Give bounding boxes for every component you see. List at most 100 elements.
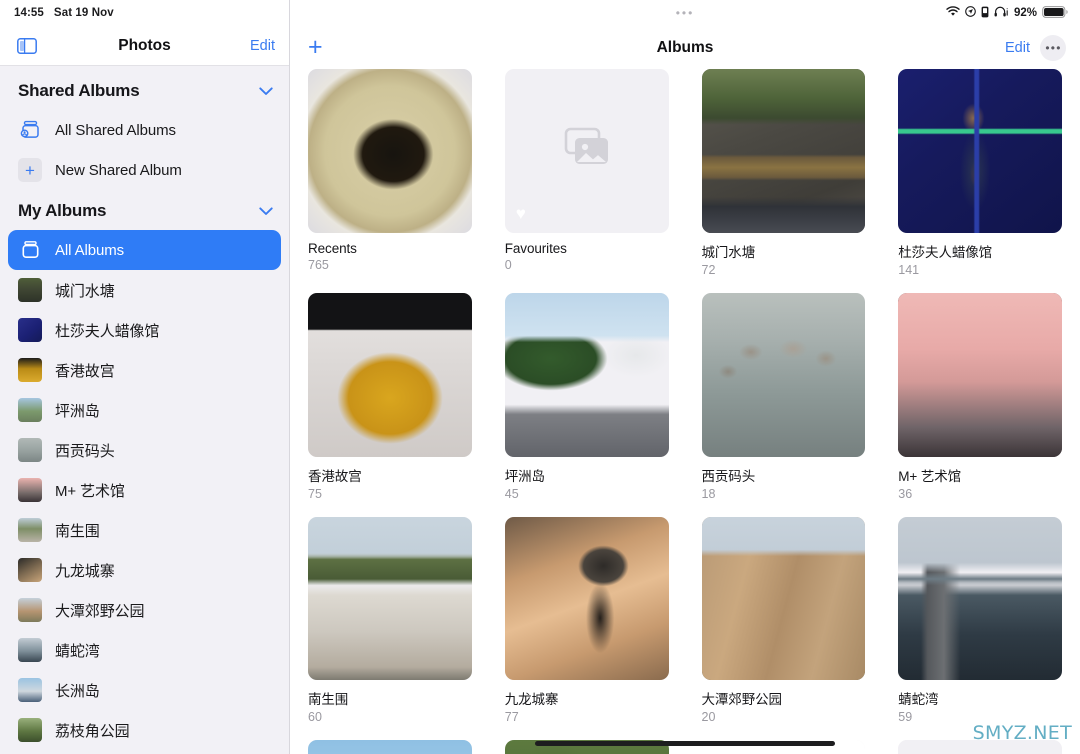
album-cover-photo xyxy=(701,516,866,681)
location-icon xyxy=(965,6,976,20)
sidebar-item-label: All Shared Albums xyxy=(55,121,176,139)
album-thumbnail xyxy=(18,438,42,462)
shared-albums-icon xyxy=(18,118,42,142)
album-title: 杜莎夫人蜡像馆 xyxy=(898,244,993,260)
edit-button[interactable]: Edit xyxy=(1005,40,1030,56)
album-title: 香港故宫 xyxy=(308,468,362,484)
sidebar-item-label: All Albums xyxy=(55,241,125,259)
album-cover[interactable] xyxy=(701,292,866,457)
sidebar-item-new-shared-album[interactable]: + New Shared Album xyxy=(8,150,281,190)
album-cover-photo xyxy=(308,292,472,457)
album-count: 0 xyxy=(504,257,512,272)
chevron-down-icon[interactable] xyxy=(259,86,273,96)
album-count: 36 xyxy=(898,486,913,501)
album-count: 60 xyxy=(308,710,322,725)
sidebar-item-album-9[interactable]: 大潭郊野公园 xyxy=(8,590,281,630)
sidebar-item-label: 城门水塘 xyxy=(55,282,115,300)
album-card[interactable]: 西贡码头 18 xyxy=(701,292,866,517)
album-thumbnail xyxy=(18,678,42,702)
album-cover[interactable] xyxy=(898,292,1062,457)
album-card[interactable] xyxy=(308,740,472,754)
album-cover[interactable] xyxy=(504,292,669,457)
sidebar-item-album-2[interactable]: 杜莎夫人蜡像馆 xyxy=(8,310,281,350)
album-cover[interactable] xyxy=(898,69,1062,233)
album-card[interactable]: 九龙城寨 77 xyxy=(504,516,669,741)
album-title: M+ 艺术馆 xyxy=(898,468,962,484)
albums-grid: Recents 765 ♥ Favourites 0 城门水塘 72 杜莎夫人蜡… xyxy=(308,69,1062,754)
album-cover[interactable]: ♥ xyxy=(504,69,669,233)
navbar-actions: Edit ••• xyxy=(1005,34,1066,61)
album-card[interactable]: 坪洲岛 45 xyxy=(504,292,669,517)
sidebar-item-album-10[interactable]: 蜻蛇湾 xyxy=(8,630,281,670)
sidebar-item-all-albums[interactable]: All Albums xyxy=(8,230,281,270)
album-count: 77 xyxy=(504,710,519,725)
album-cover-photo xyxy=(701,292,866,457)
sidebar-item-album-7[interactable]: 南生围 xyxy=(8,510,281,550)
album-thumbnail xyxy=(18,358,42,382)
album-cover[interactable] xyxy=(701,69,866,233)
album-card[interactable]: Recents 765 xyxy=(308,69,472,293)
album-cover[interactable] xyxy=(308,516,472,681)
album-card[interactable]: 城门水塘 72 xyxy=(701,69,866,293)
sidebar-item-label: 大潭郊野公园 xyxy=(55,602,145,620)
sidebar-section-my-albums[interactable]: My Albums xyxy=(0,192,289,230)
album-title: 坪洲岛 xyxy=(504,468,545,484)
page-title: Albums xyxy=(656,38,714,56)
home-indicator[interactable] xyxy=(535,741,835,746)
sidebar-item-album-8[interactable]: 九龙城寨 xyxy=(8,550,281,590)
album-cover[interactable] xyxy=(898,516,1062,681)
album-cover[interactable] xyxy=(308,292,472,457)
album-thumbnail xyxy=(18,718,42,742)
album-card[interactable]: 蜻蛇湾 59 xyxy=(898,516,1062,741)
album-thumbnail xyxy=(18,478,42,502)
album-card[interactable]: 南生围 60 xyxy=(308,516,472,741)
album-card[interactable]: 香港故宫 75 xyxy=(308,292,472,517)
album-cover[interactable] xyxy=(308,69,472,233)
sidebar-item-label: New Shared Album xyxy=(55,161,182,179)
sidebar-toggle-icon[interactable] xyxy=(14,33,40,59)
sidebar-item-album-11[interactable]: 长洲岛 xyxy=(8,670,281,710)
album-card[interactable]: ♥ Favourites 0 xyxy=(504,69,669,293)
ellipsis-icon[interactable]: ••• xyxy=(1040,34,1066,61)
album-cover[interactable] xyxy=(504,516,669,681)
chevron-down-icon[interactable] xyxy=(259,206,273,216)
album-cover[interactable] xyxy=(701,516,866,681)
album-title: Favourites xyxy=(504,240,567,256)
photo-placeholder-icon xyxy=(561,127,613,174)
sidebar-item-album-4[interactable]: 坪洲岛 xyxy=(8,390,281,430)
album-count: 141 xyxy=(898,262,920,277)
album-cover[interactable] xyxy=(308,740,472,754)
sidebar-edit-button[interactable]: Edit xyxy=(250,38,275,54)
album-cover-photo xyxy=(504,292,669,457)
album-thumbnail xyxy=(18,398,42,422)
sidebar-item-album-3[interactable]: 香港故宫 xyxy=(8,350,281,390)
albums-scroll-area[interactable]: Recents 765 ♥ Favourites 0 城门水塘 72 杜莎夫人蜡… xyxy=(290,69,1080,754)
add-album-button[interactable]: + xyxy=(304,35,327,60)
sidebar-item-album-5[interactable]: 西贡码头 xyxy=(8,430,281,470)
ipad-photos-app: 14:55 Sat 19 Nov Photos Edit Shared Albu… xyxy=(0,0,1080,754)
album-card[interactable]: M+ 艺术馆 36 xyxy=(898,292,1062,517)
vpn-icon xyxy=(981,6,989,21)
album-cover-photo xyxy=(308,516,472,681)
album-cover-photo xyxy=(504,516,669,681)
sidebar-scroll-area[interactable]: Shared Albums All Shared Albums + New Sh… xyxy=(0,66,289,754)
sidebar-section-title: Shared Albums xyxy=(18,81,140,100)
sidebar-item-label: 南生围 xyxy=(55,522,100,540)
sidebar-item-album-6[interactable]: M+ 艺术馆 xyxy=(8,470,281,510)
sidebar-item-label: 长洲岛 xyxy=(55,682,100,700)
sidebar-navbar: Photos Edit xyxy=(0,26,289,66)
sidebar-item-all-shared-albums[interactable]: All Shared Albums xyxy=(8,110,281,150)
sidebar-item-album-1[interactable]: 城门水塘 xyxy=(8,270,281,310)
sidebar-item-label: 杜莎夫人蜡像馆 xyxy=(55,322,160,340)
sidebar-item-label: 坪洲岛 xyxy=(55,402,100,420)
sidebar-item-label: 荔枝角公园 xyxy=(55,722,130,740)
sidebar-section-shared-albums[interactable]: Shared Albums xyxy=(0,72,289,110)
headphones-icon xyxy=(994,6,1009,20)
album-card[interactable]: 大潭郊野公园 20 xyxy=(701,516,866,741)
album-thumbnail xyxy=(18,558,42,582)
plus-icon: + xyxy=(18,158,42,182)
album-card[interactable]: 杜莎夫人蜡像馆 141 xyxy=(898,69,1062,293)
sidebar-item-album-12[interactable]: 荔枝角公园 xyxy=(8,710,281,750)
album-cover-photo xyxy=(701,69,866,233)
favourite-heart-icon: ♥ xyxy=(515,203,526,223)
